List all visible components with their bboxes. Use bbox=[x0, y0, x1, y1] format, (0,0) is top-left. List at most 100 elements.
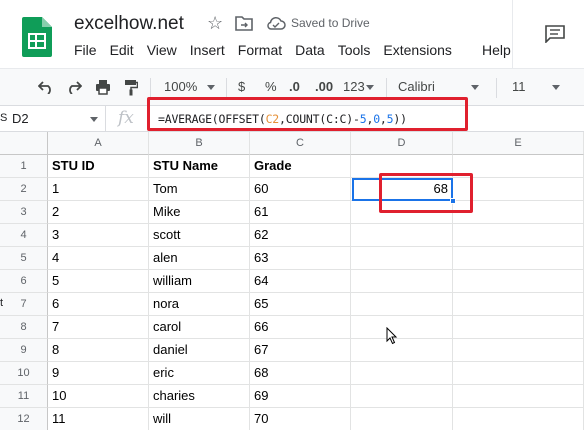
cell-a10[interactable]: 9 bbox=[48, 362, 149, 385]
cell-a7[interactable]: 6 bbox=[48, 293, 149, 316]
menu-help[interactable]: Help bbox=[482, 42, 511, 58]
cell-e5[interactable] bbox=[453, 247, 584, 270]
cell-a2[interactable]: 1 bbox=[48, 178, 149, 201]
cell-c1[interactable]: Grade bbox=[250, 155, 351, 178]
cell-c8[interactable]: 66 bbox=[250, 316, 351, 339]
menu-extensions[interactable]: Extensions bbox=[383, 42, 451, 60]
row-header-6[interactable]: 6 bbox=[0, 270, 48, 293]
zoom-select[interactable]: 100% bbox=[164, 79, 216, 94]
cell-c4[interactable]: 62 bbox=[250, 224, 351, 247]
column-header-c[interactable]: C bbox=[250, 132, 351, 155]
menu-tools[interactable]: Tools bbox=[338, 42, 371, 60]
cell-d12[interactable] bbox=[351, 408, 453, 430]
menu-edit[interactable]: Edit bbox=[110, 42, 134, 60]
cell-e12[interactable] bbox=[453, 408, 584, 430]
cell-b10[interactable]: eric bbox=[149, 362, 250, 385]
move-to-folder-icon[interactable] bbox=[235, 15, 253, 31]
document-title[interactable]: excelhow.net bbox=[74, 13, 184, 35]
cell-d8[interactable] bbox=[351, 316, 453, 339]
cloud-saved-icon[interactable] bbox=[266, 15, 286, 31]
row-header-5[interactable]: 5 bbox=[0, 247, 48, 270]
cell-b1[interactable]: STU Name bbox=[149, 155, 250, 178]
cell-d4[interactable] bbox=[351, 224, 453, 247]
cell-b9[interactable]: daniel bbox=[149, 339, 250, 362]
save-status[interactable]: Saved to Drive bbox=[291, 16, 370, 30]
cell-a11[interactable]: 10 bbox=[48, 385, 149, 408]
cell-a12[interactable]: 11 bbox=[48, 408, 149, 430]
cell-a1[interactable]: STU ID bbox=[48, 155, 149, 178]
row-header-1[interactable]: 1 bbox=[0, 155, 48, 178]
row-header-2[interactable]: 2 bbox=[0, 178, 48, 201]
cell-b2[interactable]: Tom bbox=[149, 178, 250, 201]
cell-c9[interactable]: 67 bbox=[250, 339, 351, 362]
cell-b8[interactable]: carol bbox=[149, 316, 250, 339]
menu-view[interactable]: View bbox=[147, 42, 177, 60]
star-icon[interactable]: ☆ bbox=[207, 13, 223, 34]
cell-c12[interactable]: 70 bbox=[250, 408, 351, 430]
cell-b3[interactable]: Mike bbox=[149, 201, 250, 224]
column-header-d[interactable]: D bbox=[351, 132, 453, 155]
cell-c5[interactable]: 63 bbox=[250, 247, 351, 270]
menu-format[interactable]: Format bbox=[238, 42, 282, 60]
cell-b5[interactable]: alen bbox=[149, 247, 250, 270]
cell-d9[interactable] bbox=[351, 339, 453, 362]
cell-c6[interactable]: 64 bbox=[250, 270, 351, 293]
font-family-select[interactable]: Calibri bbox=[398, 79, 479, 94]
percent-format-button[interactable]: % bbox=[265, 79, 277, 94]
cell-c11[interactable]: 69 bbox=[250, 385, 351, 408]
row-header-10[interactable]: 10 bbox=[0, 362, 48, 385]
paint-format-icon[interactable] bbox=[124, 79, 138, 96]
cell-c3[interactable]: 61 bbox=[250, 201, 351, 224]
number-format-select[interactable]: 123 bbox=[343, 79, 374, 94]
row-header-12[interactable]: 12 bbox=[0, 408, 48, 430]
cell-b12[interactable]: will bbox=[149, 408, 250, 430]
cell-e10[interactable] bbox=[453, 362, 584, 385]
font-size-select[interactable]: 11 bbox=[512, 79, 560, 94]
cell-d11[interactable] bbox=[351, 385, 453, 408]
currency-format-button[interactable]: $ bbox=[238, 79, 245, 94]
column-header-e[interactable]: E bbox=[453, 132, 584, 155]
cell-e6[interactable] bbox=[453, 270, 584, 293]
cell-a4[interactable]: 3 bbox=[48, 224, 149, 247]
cell-e11[interactable] bbox=[453, 385, 584, 408]
menu-insert[interactable]: Insert bbox=[190, 42, 225, 60]
cell-c2[interactable]: 60 bbox=[250, 178, 351, 201]
cell-a6[interactable]: 5 bbox=[48, 270, 149, 293]
cell-e4[interactable] bbox=[453, 224, 584, 247]
cell-b11[interactable]: charies bbox=[149, 385, 250, 408]
name-box[interactable]: D2 bbox=[0, 106, 106, 132]
row-header-8[interactable]: 8 bbox=[0, 316, 48, 339]
row-header-11[interactable]: 11 bbox=[0, 385, 48, 408]
row-header-9[interactable]: 9 bbox=[0, 339, 48, 362]
cell-d6[interactable] bbox=[351, 270, 453, 293]
cell-b4[interactable]: scott bbox=[149, 224, 250, 247]
cell-d5[interactable] bbox=[351, 247, 453, 270]
print-icon[interactable] bbox=[95, 79, 111, 95]
cell-e8[interactable] bbox=[453, 316, 584, 339]
cell-d10[interactable] bbox=[351, 362, 453, 385]
comment-history-icon[interactable] bbox=[545, 25, 565, 43]
cell-b6[interactable]: william bbox=[149, 270, 250, 293]
row-header-3[interactable]: 3 bbox=[0, 201, 48, 224]
cell-c7[interactable]: 65 bbox=[250, 293, 351, 316]
cell-a9[interactable]: 8 bbox=[48, 339, 149, 362]
cell-e9[interactable] bbox=[453, 339, 584, 362]
cell-a8[interactable]: 7 bbox=[48, 316, 149, 339]
cell-a3[interactable]: 2 bbox=[48, 201, 149, 224]
redo-icon[interactable] bbox=[66, 80, 82, 94]
column-header-b[interactable]: B bbox=[149, 132, 250, 155]
menu-data[interactable]: Data bbox=[295, 42, 325, 60]
sheets-logo-icon[interactable] bbox=[22, 17, 52, 57]
cell-b7[interactable]: nora bbox=[149, 293, 250, 316]
row-header-4[interactable]: 4 bbox=[0, 224, 48, 247]
menu-file[interactable]: File bbox=[74, 42, 97, 60]
cell-c10[interactable]: 68 bbox=[250, 362, 351, 385]
decrease-decimal-button[interactable]: .0 bbox=[289, 79, 300, 94]
undo-icon[interactable] bbox=[38, 80, 54, 94]
increase-decimal-button[interactable]: .00 bbox=[315, 79, 333, 94]
column-header-a[interactable]: A bbox=[48, 132, 149, 155]
cell-a5[interactable]: 4 bbox=[48, 247, 149, 270]
row-header-7[interactable]: 7 bbox=[0, 293, 48, 316]
cell-d7[interactable] bbox=[351, 293, 453, 316]
select-all-corner[interactable] bbox=[0, 132, 48, 155]
